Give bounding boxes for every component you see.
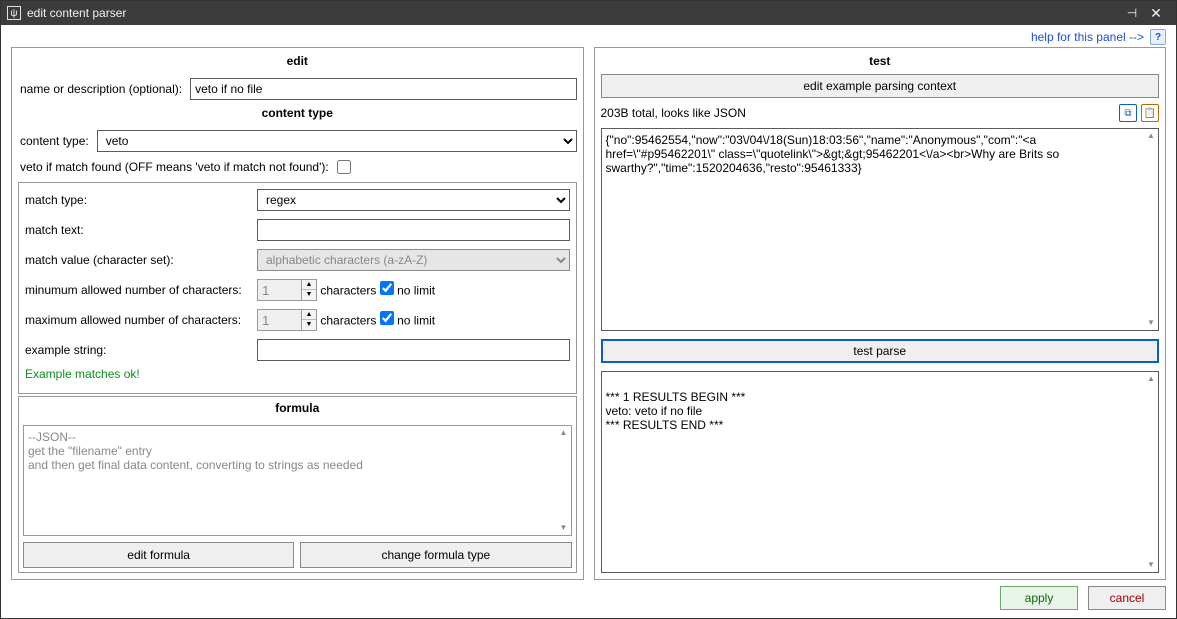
app-icon: ψ — [7, 6, 21, 20]
help-row: help for this panel --> ? — [1, 25, 1176, 47]
window-title: edit content parser — [27, 6, 126, 20]
help-link[interactable]: help for this panel --> — [1031, 30, 1144, 44]
scroll-up-icon[interactable]: ▲ — [1146, 374, 1156, 384]
content-type-select[interactable]: veto — [97, 130, 577, 152]
pin-icon[interactable]: ⊣ — [1122, 6, 1142, 20]
min-no-limit-checkbox[interactable] — [380, 281, 394, 295]
edit-section-title: edit — [18, 54, 577, 68]
min-chars-suffix: characters — [320, 284, 376, 298]
max-no-limit-label: no limit — [397, 314, 435, 328]
match-type-label: match type: — [25, 193, 257, 207]
max-chars-label: maximum allowed number of characters: — [25, 313, 257, 327]
min-chars-stepper[interactable]: ▲▼ — [302, 279, 317, 301]
match-value-select: alphabetic characters (a-zA-Z) — [257, 249, 570, 271]
formula-section-title: formula — [19, 401, 576, 415]
scroll-up-icon[interactable]: ▲ — [1146, 131, 1156, 141]
max-chars-stepper[interactable]: ▲▼ — [302, 309, 317, 331]
content-type-label: content type: — [18, 134, 91, 148]
scroll-down-icon[interactable]: ▼ — [1146, 318, 1156, 328]
close-icon[interactable]: ✕ — [1142, 5, 1170, 22]
scroll-up-icon[interactable]: ▲ — [559, 428, 569, 438]
scroll-down-icon[interactable]: ▼ — [1146, 560, 1156, 570]
name-label: name or description (optional): — [18, 82, 184, 96]
example-string-input[interactable] — [257, 339, 570, 361]
match-text-label: match text: — [25, 223, 257, 237]
footer: apply cancel — [1, 586, 1176, 618]
max-chars-suffix: characters — [320, 314, 376, 328]
help-icon[interactable]: ? — [1150, 29, 1166, 45]
formula-content: --JSON-- get the "filename" entry and th… — [28, 430, 363, 472]
paste-icon[interactable]: 📋 — [1141, 104, 1159, 122]
sample-info: 203B total, looks like JSON — [601, 106, 1116, 120]
match-value-label: match value (character set): — [25, 253, 257, 267]
results-area[interactable]: *** 1 RESULTS BEGIN *** veto: veto if no… — [601, 371, 1160, 574]
titlebar: ψ edit content parser ⊣ ✕ — [1, 1, 1176, 25]
sample-text-content: {"no":95462554,"now":"03\/04\/18(Sun)18:… — [606, 133, 1060, 175]
test-section-title: test — [601, 54, 1160, 68]
veto-checkbox[interactable] — [337, 160, 351, 174]
scroll-down-icon[interactable]: ▼ — [559, 523, 569, 533]
veto-label: veto if match found (OFF means 'veto if … — [18, 160, 331, 174]
match-text-input[interactable] — [257, 219, 570, 241]
formula-text: --JSON-- get the "filename" entry and th… — [23, 425, 572, 536]
min-chars-label: minumum allowed number of characters: — [25, 283, 257, 297]
name-input[interactable] — [190, 78, 576, 100]
match-type-select[interactable]: regex — [257, 189, 570, 211]
max-chars-input — [257, 309, 302, 331]
test-parse-button[interactable]: test parse — [601, 339, 1160, 363]
min-chars-input — [257, 279, 302, 301]
cancel-button[interactable]: cancel — [1088, 586, 1166, 610]
min-no-limit-label: no limit — [397, 284, 435, 298]
example-ok-message: Example matches ok! — [25, 367, 570, 381]
edit-formula-button[interactable]: edit formula — [23, 542, 294, 568]
results-content: *** 1 RESULTS BEGIN *** veto: veto if no… — [606, 390, 746, 432]
apply-button[interactable]: apply — [1000, 586, 1078, 610]
content-type-section-title: content type — [18, 106, 577, 120]
sample-text-area[interactable]: {"no":95462554,"now":"03\/04\/18(Sun)18:… — [601, 128, 1160, 331]
change-formula-type-button[interactable]: change formula type — [300, 542, 571, 568]
max-no-limit-checkbox[interactable] — [380, 311, 394, 325]
example-string-label: example string: — [25, 343, 257, 357]
copy-icon[interactable]: ⧉ — [1119, 104, 1137, 122]
edit-example-context-button[interactable]: edit example parsing context — [601, 74, 1160, 98]
